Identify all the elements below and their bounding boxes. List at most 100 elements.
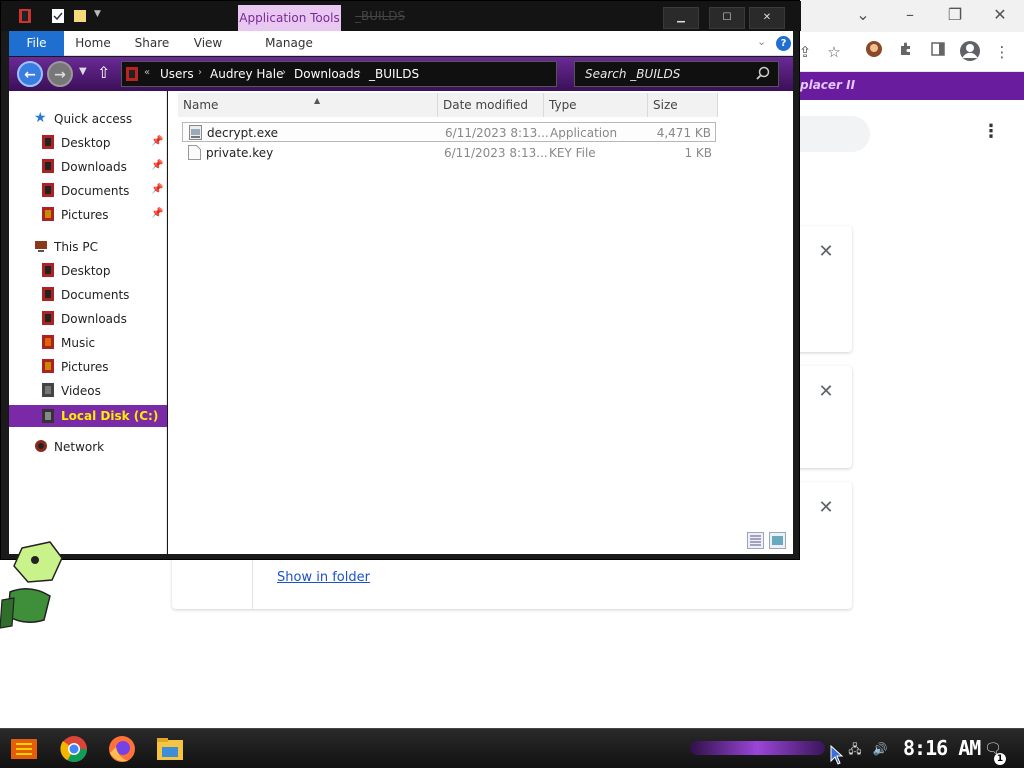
properties-icon[interactable]	[51, 8, 65, 24]
nav-label: Videos	[61, 384, 101, 398]
column-header-date[interactable]: Date modified	[438, 93, 544, 117]
firefox-icon[interactable]	[106, 733, 138, 765]
up-button[interactable]: ⇧	[97, 63, 110, 82]
close-button[interactable]: ✕	[749, 7, 785, 29]
nav-label: Desktop	[61, 264, 111, 278]
music-folder-icon	[42, 335, 54, 349]
file-date: 6/11/2023 8:13...	[444, 146, 548, 160]
expand-ribbon-icon[interactable]: ⌄	[757, 35, 766, 48]
file-row[interactable]: decrypt.exe 6/11/2023 8:13... Applicatio…	[182, 122, 716, 142]
file-row[interactable]: private.key 6/11/2023 8:13... KEY File 1…	[182, 143, 716, 163]
nav-label: Network	[54, 440, 105, 454]
column-header-size[interactable]: Size	[648, 93, 718, 117]
tab-file[interactable]: File	[9, 31, 64, 56]
file-icon	[188, 145, 201, 160]
chrome-menu-icon[interactable]: ⋮	[990, 40, 1014, 64]
nav-pc-pictures[interactable]: Pictures	[9, 357, 167, 377]
breadcrumb-audrey-hale[interactable]: Audrey Hale	[210, 67, 284, 81]
application-tools-tab[interactable]: Application Tools	[238, 5, 341, 31]
tab-share[interactable]: Share	[131, 31, 173, 56]
remove-download-icon[interactable]: ✕	[818, 243, 834, 261]
nav-network[interactable]: Network	[9, 437, 167, 457]
start-icon[interactable]	[8, 733, 40, 765]
nav-quick-pictures[interactable]: Pictures 📌	[9, 205, 167, 225]
nav-label: Quick access	[54, 112, 133, 126]
nav-pc-local-disk[interactable]: Local Disk (C:)	[9, 405, 167, 427]
network-tray-icon[interactable]: 🖧	[847, 741, 863, 757]
nav-pc-music[interactable]: Music	[9, 333, 167, 353]
taskbar-decoration	[690, 741, 825, 755]
ribbon: File Home Share View Manage ⌄ ?	[9, 31, 793, 56]
explorer-app-icon	[19, 9, 31, 23]
this-pc-icon	[35, 241, 47, 252]
chrome-restore-button[interactable]: ❐	[940, 4, 970, 26]
maximize-button[interactable]: ☐	[709, 7, 745, 29]
sort-up-icon: ▲	[314, 96, 321, 105]
nav-pc-videos[interactable]: Videos	[9, 381, 167, 401]
help-icon[interactable]: ?	[776, 36, 791, 51]
profile-extension-icon[interactable]	[862, 40, 886, 64]
nav-pc-downloads[interactable]: Downloads	[9, 309, 167, 329]
chrome-close-button[interactable]: ✕	[985, 4, 1015, 26]
nav-this-pc[interactable]: This PC	[9, 237, 167, 257]
breadcrumb-separator[interactable]: ›	[282, 67, 286, 78]
nav-label: Documents	[61, 288, 130, 302]
search-input[interactable]: Search _BUILDS	[574, 61, 779, 87]
nav-label: Pictures	[61, 360, 109, 374]
clock[interactable]: 8:16 AM	[903, 736, 981, 760]
chrome-icon[interactable]	[58, 733, 90, 765]
show-in-folder-link[interactable]: Show in folder	[277, 570, 370, 585]
chrome-tab-search-icon[interactable]: ⌄	[848, 4, 878, 26]
extensions-puzzle-icon[interactable]	[894, 40, 918, 64]
tab-manage[interactable]: Manage	[264, 31, 314, 56]
tab-home[interactable]: Home	[71, 31, 115, 56]
nav-quick-documents[interactable]: Documents 📌	[9, 181, 167, 201]
tab-view[interactable]: View	[189, 31, 227, 56]
file-explorer-icon[interactable]	[154, 733, 186, 765]
column-label: Date modified	[443, 98, 529, 112]
details-view-icon[interactable]	[747, 532, 764, 549]
breadcrumb-separator[interactable]: ›	[198, 67, 202, 78]
nav-quick-desktop[interactable]: Desktop 📌	[9, 133, 167, 153]
search-icon	[756, 66, 770, 80]
exe-icon	[189, 125, 202, 140]
file-size: 4,471 KB	[656, 126, 711, 140]
nav-quick-downloads[interactable]: Downloads 📌	[9, 157, 167, 177]
large-icons-view-icon[interactable]	[769, 532, 786, 549]
nav-pc-desktop[interactable]: Desktop	[9, 261, 167, 281]
bookmark-star-icon[interactable]: ☆	[822, 40, 846, 64]
column-header-type[interactable]: Type	[544, 93, 648, 117]
profile-avatar-icon[interactable]	[958, 40, 982, 64]
minimize-button[interactable]: ▁	[663, 7, 699, 29]
new-folder-icon[interactable]	[73, 8, 87, 24]
volume-icon[interactable]: 🔊	[872, 741, 888, 757]
nav-quick-access[interactable]: ★ Quick access	[9, 109, 167, 129]
file-type: Application	[550, 126, 618, 140]
notification-count-badge: 1	[994, 753, 1006, 765]
file-type: KEY File	[549, 146, 596, 160]
downloads-more-icon[interactable]: ⋮	[982, 120, 1000, 144]
column-label: Name	[183, 98, 219, 112]
chrome-minimize-button[interactable]: –	[895, 4, 925, 26]
navigation-pane: ★ Quick access Desktop 📌 Downloads 📌 Doc…	[9, 91, 167, 554]
file-name: private.key	[206, 146, 274, 160]
breadcrumb-builds[interactable]: _BUILDS	[369, 67, 419, 81]
remove-download-icon[interactable]: ✕	[818, 383, 834, 401]
side-panel-icon[interactable]	[926, 40, 950, 64]
forward-button[interactable]: →	[47, 61, 73, 87]
breadcrumb-users[interactable]: Users	[160, 67, 194, 81]
downloads-search-field[interactable]	[800, 116, 870, 152]
breadcrumb-separator[interactable]: ›	[357, 67, 361, 78]
recent-locations-icon[interactable]: ▼	[79, 66, 87, 77]
pin-icon: 📌	[151, 184, 164, 195]
nav-pc-documents[interactable]: Documents	[9, 285, 167, 305]
qat-dropdown-icon[interactable]: ▼	[94, 9, 101, 19]
bookmark-item[interactable]: placer II	[800, 78, 855, 92]
back-button[interactable]: ←	[17, 61, 43, 87]
breadcrumb-separator: «	[144, 67, 151, 78]
address-bar[interactable]: « Users › Audrey Hale › Downloads › _BUI…	[121, 61, 557, 87]
column-header-name[interactable]: ▲ Name	[178, 93, 438, 117]
file-explorer-window: ▼ Application Tools _BUILDS ▁ ☐ ✕ File H…	[0, 0, 801, 560]
breadcrumb-downloads[interactable]: Downloads	[294, 67, 360, 81]
remove-download-icon[interactable]: ✕	[818, 499, 834, 517]
